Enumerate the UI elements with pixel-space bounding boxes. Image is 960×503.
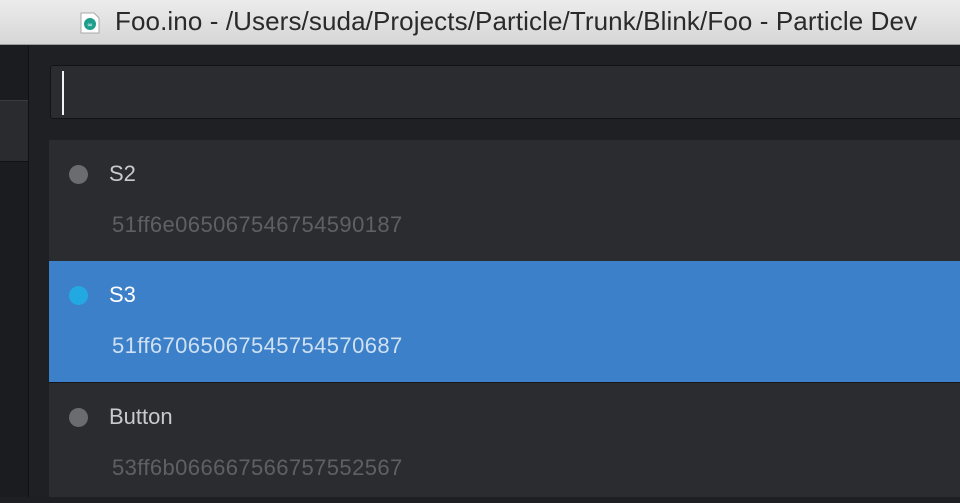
device-list-item[interactable]: Button 53ff6b066667566757552567	[49, 382, 960, 503]
online-status-dot-icon	[69, 286, 88, 305]
search-box[interactable]	[50, 65, 960, 119]
device-list-item-selected[interactable]: S3 51ff67065067545754570687	[49, 261, 960, 382]
window-titlebar[interactable]: ∞ Foo.ino - /Users/suda/Projects/Particl…	[0, 0, 960, 45]
arduino-file-icon: ∞	[80, 12, 100, 34]
offline-status-dot-icon	[69, 408, 88, 427]
text-caret	[62, 71, 64, 115]
window-title: Foo.ino - /Users/suda/Projects/Particle/…	[115, 6, 918, 36]
device-id: 51ff67065067545754570687	[112, 333, 403, 358]
sidebar-tab[interactable]	[0, 100, 28, 162]
device-name: S3	[109, 282, 136, 307]
device-selector-panel: S2 51ff6e065067546754590187 S3 51ff67065…	[29, 45, 960, 497]
search-input[interactable]	[51, 66, 960, 118]
device-id: 53ff6b066667566757552567	[112, 455, 403, 480]
device-name: S2	[109, 161, 136, 186]
device-id: 51ff6e065067546754590187	[112, 212, 403, 237]
left-sidebar	[0, 45, 29, 497]
device-name: Button	[109, 404, 173, 429]
offline-status-dot-icon	[69, 165, 88, 184]
device-list-item[interactable]: S2 51ff6e065067546754590187	[49, 140, 960, 261]
svg-text:∞: ∞	[87, 21, 93, 29]
device-list: S2 51ff6e065067546754590187 S3 51ff67065…	[49, 140, 960, 497]
